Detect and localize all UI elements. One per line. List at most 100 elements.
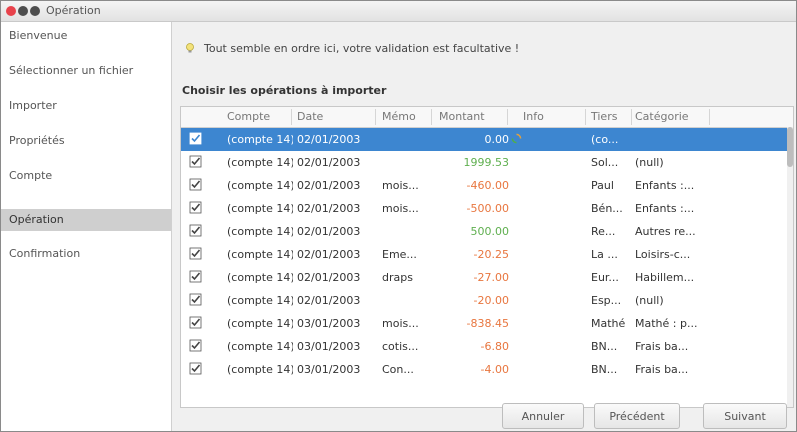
cell-date: 02/01/2003 [297, 133, 361, 146]
cell-tiers: Bén... [591, 202, 623, 215]
step-compte[interactable]: Compte [9, 165, 52, 187]
row-checkbox-icon[interactable] [189, 362, 202, 375]
cell-memo: draps [382, 271, 413, 284]
cell-compte: (compte 14) [227, 248, 293, 261]
cell-tiers: Sol... [591, 156, 619, 169]
cell-compte: (compte 14) [227, 225, 293, 238]
row-checkbox-icon[interactable] [189, 201, 202, 214]
table-header: Compte Date Mémo Montant Info Tiers Caté… [181, 107, 793, 128]
step-select-file[interactable]: Sélectionner un fichier [9, 60, 133, 82]
row-checkbox-icon[interactable] [189, 155, 202, 168]
row-checkbox-icon[interactable] [189, 178, 202, 191]
table-row[interactable]: (compte 14) 03/01/2003 cotis... -6.80 BN... F… [181, 335, 791, 358]
cell-date: 03/01/2003 [297, 340, 361, 353]
table-row[interactable]: (compte 14) 02/01/2003 500.00 Re... Autres r… [181, 220, 791, 243]
cell-tiers: Esp... [591, 294, 622, 307]
cell-memo: mois... [382, 179, 419, 192]
cell-compte: (compte 14) [227, 363, 293, 376]
cell-date: 03/01/2003 [297, 317, 361, 330]
previous-button[interactable]: Précédent [594, 403, 680, 429]
table-row[interactable]: (compte 14) 02/01/2003 draps -27.00 Eur... Ha… [181, 266, 791, 289]
table-row[interactable]: (compte 14) 03/01/2003 Con... -4.00 BN... Fra… [181, 358, 791, 381]
section-title: Choisir les opérations à importer [182, 84, 387, 97]
cell-montant: -20.00 [473, 294, 509, 307]
close-window-button[interactable] [6, 6, 16, 16]
step-proprietes[interactable]: Propriétés [9, 130, 65, 152]
cell-date: 02/01/2003 [297, 248, 361, 261]
scrollbar-thumb[interactable] [787, 127, 793, 167]
cell-compte: (compte 14) [227, 133, 293, 146]
row-checkbox-icon[interactable] [189, 270, 202, 283]
cell-date: 02/01/2003 [297, 294, 361, 307]
cell-tiers: Eur... [591, 271, 619, 284]
maximize-window-button[interactable] [30, 6, 40, 16]
cell-memo: mois... [382, 317, 419, 330]
cell-montant: 1999.53 [463, 156, 510, 169]
step-importer[interactable]: Importer [9, 95, 57, 117]
cell-montant: -6.80 [480, 340, 509, 353]
cell-tiers: BN... [591, 340, 618, 353]
cancel-button[interactable]: Annuler [502, 403, 584, 429]
cell-memo: Con... [382, 363, 414, 376]
cell-compte: (compte 14) [227, 156, 293, 169]
cell-compte: (compte 14) [227, 317, 293, 330]
cell-date: 03/01/2003 [297, 363, 361, 376]
col-categorie[interactable]: Catégorie [635, 110, 689, 123]
table-row[interactable]: (compte 14) 02/01/2003 Eme... -20.25 La ... L… [181, 243, 791, 266]
cell-montant: -500.00 [466, 202, 509, 215]
col-compte[interactable]: Compte [227, 110, 270, 123]
cell-memo: mois... [382, 202, 419, 215]
table-row[interactable]: (compte 14) 02/01/2003 mois... -500.00 Bén..… [181, 197, 791, 220]
cell-date: 02/01/2003 [297, 225, 361, 238]
cell-compte: (compte 14) [227, 340, 293, 353]
next-button[interactable]: Suivant [703, 403, 787, 429]
row-checkbox-icon[interactable] [189, 293, 202, 306]
table-row[interactable]: (compte 14) 02/01/2003 -20.00 Esp... (null) [181, 289, 791, 312]
row-checkbox-icon[interactable] [189, 339, 202, 352]
col-tiers[interactable]: Tiers [591, 110, 617, 123]
cell-categorie: Mathé : p... [635, 317, 698, 330]
table-row[interactable]: (compte 14) 03/01/2003 mois... -838.45 Mathé… [181, 312, 791, 335]
cell-memo: Eme... [382, 248, 417, 261]
cell-montant: -4.00 [480, 363, 509, 376]
cell-categorie: (null) [635, 156, 664, 169]
cell-categorie: Loisirs-c... [635, 248, 691, 261]
row-checkbox-icon[interactable] [189, 316, 202, 329]
operations-table[interactable]: Compte Date Mémo Montant Info Tiers Caté… [180, 106, 794, 408]
row-checkbox-icon[interactable] [189, 224, 202, 237]
step-operation[interactable]: Opération [1, 209, 171, 231]
cell-tiers: BN... [591, 363, 618, 376]
step-bienvenue[interactable]: Bienvenue [9, 25, 67, 47]
table-row[interactable]: (compte 14) 02/01/2003 0.00 (co... [181, 128, 791, 151]
table-row[interactable]: (compte 14) 02/01/2003 1999.53 Sol... (null) [181, 151, 791, 174]
cell-categorie: Enfants :... [635, 202, 695, 215]
import-window: Opération Bienvenue Sélectionner un fich… [0, 0, 797, 432]
title-bar: Opération [1, 1, 796, 22]
cell-date: 02/01/2003 [297, 179, 361, 192]
sync-icon [511, 133, 522, 144]
cell-montant: -20.25 [473, 248, 509, 261]
cell-date: 02/01/2003 [297, 156, 361, 169]
window-title: Opération [46, 4, 101, 17]
row-checkbox-icon[interactable] [189, 247, 202, 260]
cell-compte: (compte 14) [227, 202, 293, 215]
cell-montant: 0.00 [484, 133, 510, 146]
cell-categorie: (null) [635, 294, 664, 307]
cell-montant: 500.00 [470, 225, 510, 238]
minimize-window-button[interactable] [18, 6, 28, 16]
col-date[interactable]: Date [297, 110, 323, 123]
cell-compte: (compte 14) [227, 179, 293, 192]
cell-compte: (compte 14) [227, 271, 293, 284]
table-row[interactable]: (compte 14) 02/01/2003 mois... -460.00 Paul E… [181, 174, 791, 197]
cell-categorie: Autres re... [635, 225, 696, 238]
cell-categorie: Enfants :... [635, 179, 695, 192]
step-confirmation[interactable]: Confirmation [9, 243, 80, 265]
col-info[interactable]: Info [523, 110, 544, 123]
main-panel: Tout semble en ordre ici, votre validati… [172, 22, 796, 431]
cell-date: 02/01/2003 [297, 202, 361, 215]
col-montant[interactable]: Montant [439, 110, 485, 123]
row-checkbox-icon[interactable] [189, 132, 202, 145]
cell-tiers: La ... [591, 248, 618, 261]
table-scrollbar[interactable] [787, 127, 793, 407]
col-memo[interactable]: Mémo [382, 110, 416, 123]
